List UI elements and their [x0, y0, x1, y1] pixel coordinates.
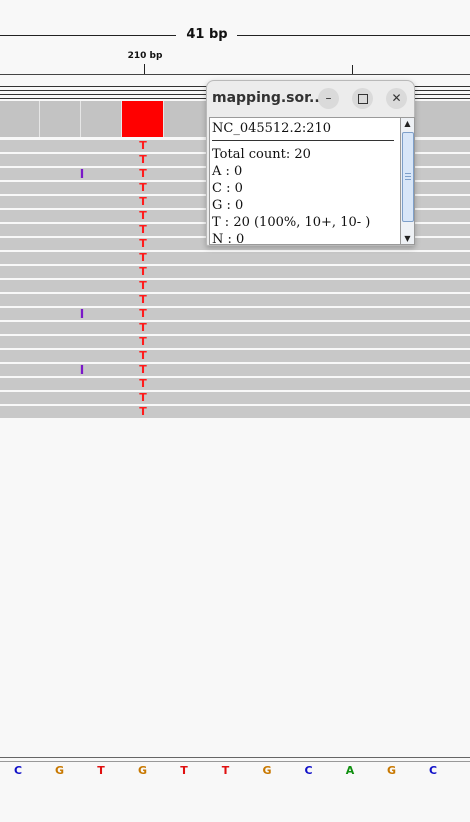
sequence-base: A	[345, 764, 355, 777]
read-row[interactable]: T	[0, 251, 470, 264]
mismatch-base: T	[139, 293, 147, 306]
mismatch-base: T	[139, 153, 147, 166]
ruler-span-line-right	[237, 35, 470, 36]
mismatch-base: T	[139, 405, 147, 418]
count-line: C : 0	[212, 181, 243, 196]
scroll-up-icon[interactable]: ▲	[402, 119, 413, 128]
sequence-base: T	[97, 764, 105, 777]
sequence-base: G	[54, 764, 65, 777]
read-row[interactable]: TI	[0, 363, 470, 377]
coverage-divider	[80, 101, 81, 137]
sequence-separator	[0, 757, 470, 758]
scroll-down-icon[interactable]: ▼	[402, 234, 413, 243]
sequence-base: C	[428, 764, 438, 777]
close-button[interactable]: ✕	[386, 88, 407, 109]
mismatch-base: T	[139, 209, 147, 222]
mismatch-base: T	[139, 139, 147, 152]
popup-separator	[212, 140, 394, 141]
popup-title[interactable]: mapping.sor...	[212, 90, 325, 106]
minimize-icon: –	[325, 91, 332, 105]
popup-scrollbar[interactable]: ▲ ▼	[400, 117, 415, 245]
read-row[interactable]: T	[0, 265, 470, 278]
read-row[interactable]: T	[0, 279, 470, 292]
coverage-divider	[163, 101, 164, 137]
sequence-base: G	[262, 764, 272, 777]
mismatch-base: T	[139, 223, 147, 236]
count-line: N : 0	[212, 232, 245, 245]
sequence-base: G	[137, 764, 148, 777]
mismatch-base: T	[139, 349, 147, 362]
mismatch-base: T	[139, 167, 147, 180]
mismatch-base: T	[139, 321, 147, 334]
read-row[interactable]: T	[0, 391, 470, 404]
ruler-axis	[0, 74, 470, 75]
read-row[interactable]: T	[0, 293, 470, 306]
sequence-base: T	[221, 764, 230, 777]
popup-window[interactable]: mapping.sor... – ✕ NC_045512.2:210 Total…	[206, 80, 415, 246]
read-row[interactable]: T	[0, 349, 470, 362]
position-label: 210 bp	[127, 51, 163, 61]
mismatch-base: T	[139, 363, 147, 376]
read-row[interactable]: T	[0, 405, 470, 418]
sequence-base: G	[386, 764, 397, 777]
mismatch-base: T	[139, 251, 147, 264]
mismatch-base: T	[139, 237, 147, 250]
sequence-separator	[0, 761, 470, 762]
minimize-button[interactable]: –	[318, 88, 339, 109]
insertion-marker[interactable]: I	[77, 167, 87, 181]
insertion-marker[interactable]: I	[77, 307, 87, 321]
sequence-base: C	[13, 764, 23, 777]
insertion-marker[interactable]: I	[77, 363, 87, 377]
popup-content: NC_045512.2:210 Total count: 20 A : 0 C …	[209, 117, 402, 245]
close-icon: ✕	[391, 91, 402, 105]
scroll-thumb[interactable]	[402, 132, 414, 222]
sequence-base: C	[304, 764, 313, 777]
count-line: Total count: 20	[212, 147, 311, 162]
maximize-button[interactable]	[352, 88, 373, 109]
read-row[interactable]: TI	[0, 307, 470, 321]
count-line: A : 0	[212, 164, 243, 179]
count-line: G : 0	[212, 198, 244, 213]
mismatch-base: T	[139, 377, 147, 390]
span-label: 41 bp	[186, 27, 228, 42]
mismatch-base: T	[139, 265, 147, 278]
read-row[interactable]: T	[0, 335, 470, 348]
ruler-tick	[144, 64, 145, 74]
mismatch-base: T	[139, 279, 147, 292]
read-row[interactable]: T	[0, 321, 470, 334]
coverage-divider	[39, 101, 40, 137]
mismatch-base: T	[139, 181, 147, 194]
locus-text: NC_045512.2:210	[212, 121, 332, 136]
coverage-mismatch-bar[interactable]	[122, 101, 163, 137]
sequence-base: T	[180, 764, 188, 777]
ruler-span-line-left	[0, 35, 176, 36]
ruler-tick	[352, 65, 353, 74]
read-row[interactable]: T	[0, 377, 470, 390]
mismatch-base: T	[139, 335, 147, 348]
mismatch-base: T	[139, 307, 147, 320]
maximize-icon	[357, 93, 368, 104]
mismatch-base: T	[139, 391, 147, 404]
mismatch-base: T	[139, 195, 147, 208]
ruler: 41 bp 210 bp	[0, 0, 470, 80]
count-line: T : 20 (100%, 10+, 10- )	[212, 215, 371, 230]
